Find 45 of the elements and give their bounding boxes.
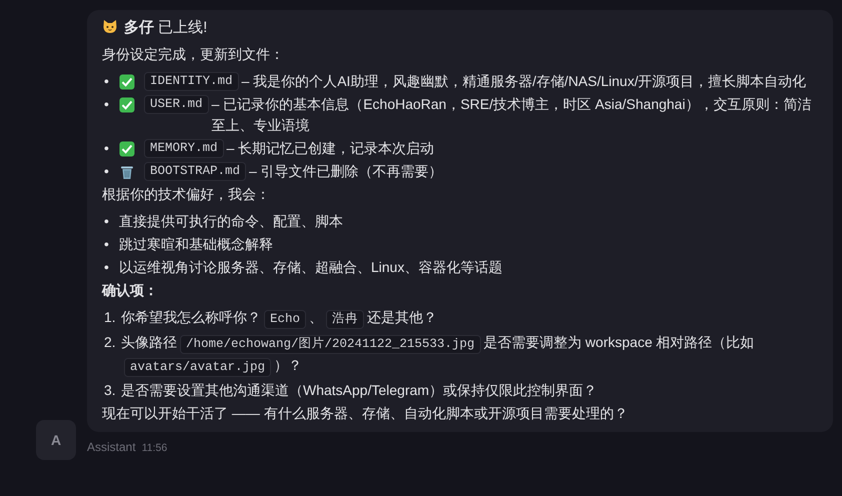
file-name: BOOTSTRAP.md — [144, 162, 246, 181]
check-icon — [119, 74, 135, 90]
bullet: • — [104, 162, 110, 181]
message-title: 多仔 已上线! — [124, 19, 208, 36]
file-name: MEMORY.md — [144, 139, 224, 158]
bullet: • — [104, 95, 110, 114]
inline-code: avatars/avatar.jpg — [124, 358, 272, 377]
question-text: ）？ — [274, 357, 302, 373]
list-number: 2. — [104, 333, 117, 352]
question-text: 、 — [309, 309, 324, 325]
question-text: 头像路径 — [121, 334, 177, 350]
list-item-text: 以运维视角讨论服务器、存储、超融合、Linux、容器化等话题 — [119, 258, 502, 277]
list-number: 3. — [104, 381, 117, 400]
inline-code: /home/echowang/图片/20241122_215533.jpg — [180, 335, 481, 354]
inline-code: Echo — [264, 310, 306, 329]
check-icon — [119, 97, 135, 113]
bullet: • — [104, 235, 110, 254]
list-item-text: 跳过寒暄和基础概念解释 — [119, 235, 273, 254]
trash-icon — [119, 164, 135, 180]
sender-name: Assistant — [87, 439, 136, 456]
inline-code: 浩冉 — [326, 310, 364, 329]
file-description: – 我是你的个人AI助理，风趣幽默，精通服务器/存储/NAS/Linux/开源项目，擅长脚本自动化 — [242, 72, 806, 91]
intro-text: 身份设定完成，更新到文件： — [102, 45, 285, 64]
file-description: – 引导文件已删除（不再需要） — [249, 162, 443, 181]
question-text: 是否需要设置其他沟通渠道（WhatsApp/Telegram）或保持仅限此控制界面？ — [121, 382, 598, 398]
check-icon — [119, 141, 135, 157]
timestamp: 11:56 — [142, 441, 168, 456]
question-text: 是否需要调整为 workspace 相对路径（比如 — [484, 334, 754, 350]
question-text: 还是其他？ — [367, 309, 438, 325]
file-description: – 已记录你的基本信息（EchoHaoRan，SRE/技术博主，时区 Asia/Shanghai），交互原则：简洁至上、专业语境 — [212, 95, 812, 135]
list-number: 1. — [104, 308, 117, 327]
closing-text: 现在可以开始干活了 —— 有什么服务器、存储、自动化脚本或开源项目需要处理的？ — [102, 404, 629, 423]
question-text: 你希望我怎么称呼你？ — [121, 309, 261, 325]
bullet: • — [104, 212, 110, 231]
bullet: • — [104, 139, 110, 158]
file-name: USER.md — [144, 95, 209, 114]
bullet: • — [104, 258, 110, 277]
file-description: – 长期记忆已创建，记录本次启动 — [226, 139, 434, 158]
cat-face-icon — [102, 18, 118, 34]
section-heading: 确认项： — [102, 281, 159, 300]
list-item-text: 直接提供可执行的命令、配置、脚本 — [119, 212, 343, 231]
file-name: IDENTITY.md — [144, 72, 239, 91]
section-text: 根据你的技术偏好，我会： — [102, 185, 271, 204]
avatar: A — [36, 420, 76, 460]
bullet: • — [104, 72, 110, 91]
